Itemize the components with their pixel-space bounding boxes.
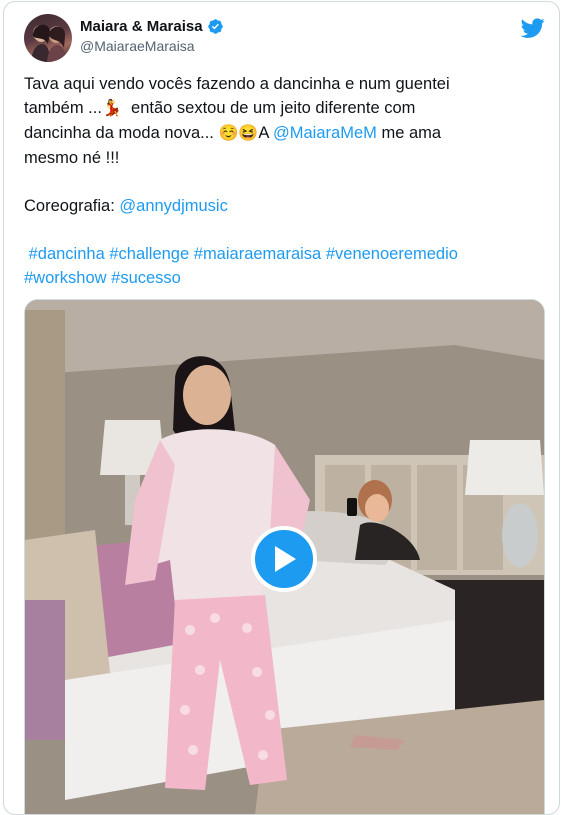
hashtag-link[interactable]: #workshow	[24, 269, 107, 287]
dancer-emoji: 💃	[101, 100, 122, 117]
author-handle[interactable]: @MaiaraeMaraisa	[80, 38, 224, 54]
play-icon	[275, 546, 296, 572]
hashtag-link[interactable]: #maiaraemaraisa	[194, 245, 321, 263]
mention-link[interactable]: @annydjmusic	[119, 197, 227, 215]
mention-link[interactable]: @MaiaraMeM	[273, 124, 377, 142]
hashtag-link[interactable]: #dancinha	[24, 245, 105, 263]
credit-label: Coreografia:	[24, 197, 120, 215]
verified-badge-icon	[207, 19, 223, 34]
hashtag-link[interactable]: #challenge	[109, 245, 189, 263]
avatar-image	[31, 24, 66, 62]
video-media[interactable]	[24, 299, 545, 814]
tweet-text-line-4: mesmo né !!!	[24, 149, 120, 167]
tweet-card: Maiara & Maraisa @MaiaraeMaraisa Tava aq…	[3, 1, 560, 815]
hashtag-link[interactable]: #sucesso	[111, 269, 181, 287]
laugh-emoji: 😆	[238, 125, 259, 142]
author-block: Maiara & Maraisa @MaiaraeMaraisa	[80, 18, 224, 54]
author-display-name[interactable]: Maiara & Maraisa	[80, 18, 203, 35]
author-name-row[interactable]: Maiara & Maraisa	[80, 18, 224, 35]
hashtag-link[interactable]: #venenoeremedio	[326, 245, 458, 263]
twitter-bird-icon[interactable]	[521, 16, 545, 40]
tweet-text: Tava aqui vendo vocês fazendo a dancinha…	[24, 72, 544, 290]
tweet-text-line-2a: também ...	[24, 99, 102, 117]
tweet-text-line-2b: então sextou de um jeito diferente com	[121, 99, 416, 117]
play-button[interactable]	[251, 526, 317, 592]
tweet-text-line-3c: me ama	[376, 124, 442, 142]
avatar[interactable]	[24, 14, 72, 62]
smile-emoji: ☺️	[218, 125, 239, 142]
tweet-text-line-3a: dancinha da moda nova...	[24, 124, 219, 142]
tweet-text-line-1: Tava aqui vendo vocês fazendo a dancinha…	[24, 75, 450, 93]
tweet-text-line-3b: A	[258, 124, 274, 142]
